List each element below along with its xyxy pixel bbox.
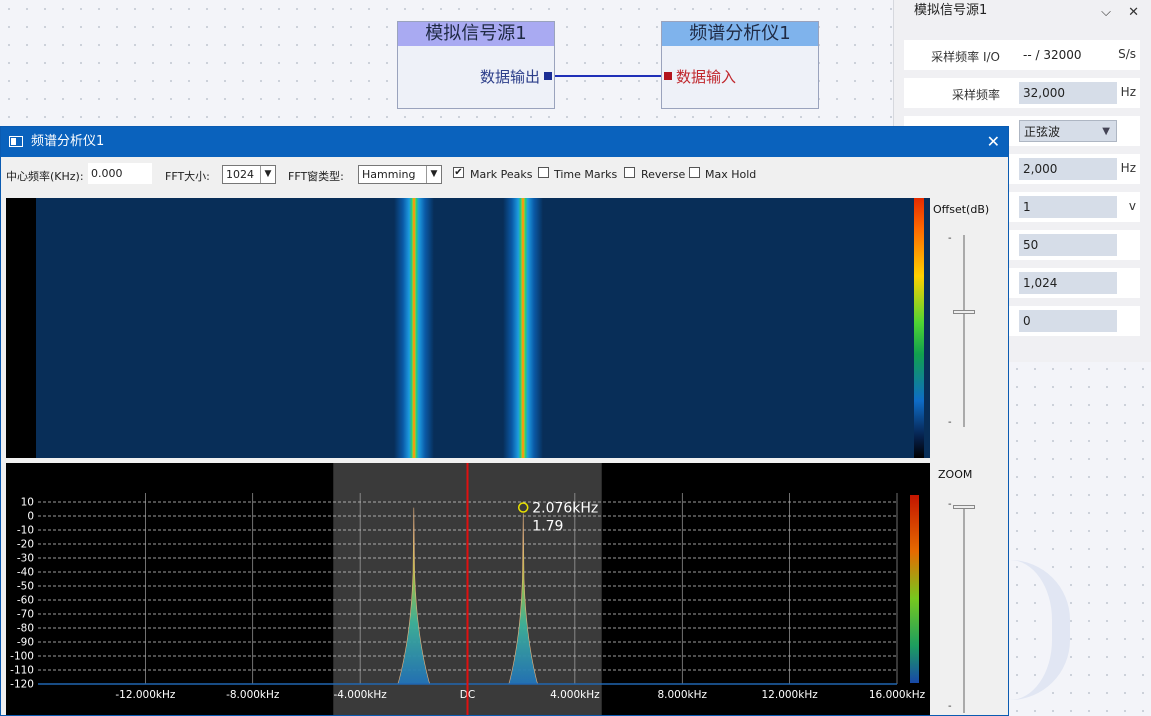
y-tick-label: 10 [21, 497, 34, 509]
connection-line[interactable] [555, 75, 663, 77]
y-tick-label: -70 [17, 609, 34, 621]
fft-window-select[interactable]: Hamming ▼ [358, 165, 442, 184]
prop-unit: Hz [1120, 85, 1136, 99]
waterfall-colorbar [914, 198, 924, 458]
time-marks-checkbox[interactable] [538, 167, 549, 178]
x-tick-label: 16.000kHz [869, 689, 926, 701]
reverse-checkbox[interactable] [624, 167, 635, 178]
frequency-input[interactable]: 2,000 [1019, 158, 1117, 180]
param-input[interactable]: 50 [1019, 234, 1117, 256]
background-decoration [1010, 560, 1070, 700]
x-tick-label: 8.000kHz [657, 689, 707, 701]
check-icon: ✔ [454, 167, 463, 178]
chevron-down-icon: ▼ [1102, 126, 1110, 137]
mark-peaks-label: Mark Peaks [470, 168, 533, 181]
slider-tick: - [948, 499, 952, 510]
source-node[interactable]: 模拟信号源1 数据输出 [397, 21, 555, 109]
sample-rate-input[interactable]: 32,000 [1019, 82, 1117, 104]
param-input[interactable]: 1,024 [1019, 272, 1117, 294]
waterfall-signal-trace [503, 198, 544, 458]
offset-slider-handle[interactable] [953, 309, 975, 314]
analyzer-input-port[interactable] [664, 72, 672, 80]
max-hold-label: Max Hold [705, 168, 757, 181]
reverse-label: Reverse [641, 168, 686, 181]
prop-unit: v [1128, 199, 1136, 213]
y-tick-label: -80 [17, 623, 34, 635]
max-hold-checkbox[interactable] [689, 167, 700, 178]
x-tick-label: 4.000kHz [550, 689, 600, 701]
slider-tick: - [948, 701, 952, 712]
y-tick-label: -10 [17, 525, 34, 537]
y-tick-label: -100 [10, 651, 34, 663]
center-freq-label: 中心频率(KHz): [6, 170, 84, 183]
window-titlebar[interactable]: 频谱分析仪1 ✕ [1, 127, 1008, 157]
analyzer-input-port-label: 数据输入 [676, 68, 737, 86]
mark-peaks-checkbox[interactable]: ✔ [453, 167, 464, 178]
chevron-down-icon: ▼ [426, 166, 441, 183]
toolbar: 中心频率(KHz): 0.000 FFT大小: 1024 ▼ FFT窗类型: H… [1, 157, 1008, 193]
y-tick-label: -30 [17, 553, 34, 565]
y-tick-label: -90 [17, 637, 34, 649]
analyzer-node[interactable]: 频谱分析仪1 数据输入 [661, 21, 819, 109]
waterfall-display[interactable] [6, 198, 930, 458]
waterfall-left-bar [6, 198, 36, 458]
prop-label: 采样频率 I/O [931, 50, 1000, 64]
waveform-select-value: 正弦波 [1024, 125, 1061, 139]
prop-row-sample-rate: 采样频率 32,000 Hz [904, 78, 1140, 108]
fft-window-label: FFT窗类型: [288, 170, 344, 183]
x-tick-label: -4.000kHz [333, 689, 387, 701]
y-tick-label: -60 [17, 595, 34, 607]
zoom-slider-handle[interactable] [953, 505, 975, 509]
fft-size-select[interactable]: 1024 ▼ [222, 165, 276, 184]
x-tick-label: -12.000kHz [115, 689, 176, 701]
spectrum-plot[interactable]: 10 0 -10 -20 -30 -40 -50 -60 -70 -80 -90 -100 -110 -1… [6, 463, 930, 715]
waveform-select[interactable]: 正弦波 ▼ [1019, 120, 1117, 142]
fft-size-value: 1024 [226, 168, 254, 181]
x-tick-label: -8.000kHz [226, 689, 280, 701]
y-tick-label: -120 [10, 679, 34, 691]
y-tick-label: 0 [27, 511, 34, 523]
offset-label: Offset(dB) [933, 203, 990, 216]
fft-size-label: FFT大小: [165, 170, 210, 183]
analyzer-node-title: 频谱分析仪1 [662, 22, 818, 46]
center-freq-input[interactable]: 0.000 [88, 163, 152, 184]
close-icon[interactable]: ✕ [987, 127, 1000, 157]
prop-value: -- / 32000 [1023, 48, 1082, 62]
param-input[interactable]: 0 [1019, 310, 1117, 332]
source-node-title: 模拟信号源1 [398, 22, 554, 46]
time-marks-label: Time Marks [554, 168, 618, 181]
peak-value-label: 1.79 [532, 518, 563, 534]
spectrum-svg: 10 0 -10 -20 -30 -40 -50 -60 -70 -80 -90 -100 -110 -1… [10, 463, 926, 715]
window-title: 频谱分析仪1 [31, 134, 105, 149]
y-tick-label: -40 [17, 567, 34, 579]
close-icon[interactable]: ✕ [1128, 2, 1139, 24]
source-output-port-label: 数据输出 [479, 68, 540, 86]
window-icon [9, 136, 23, 147]
zoom-label: ZOOM [938, 468, 973, 481]
y-tick-label: -50 [17, 581, 34, 593]
peak-frequency-label: 2.076kHz [532, 500, 598, 516]
spectrum-colorbar [910, 495, 919, 683]
amplitude-input[interactable]: 1 [1019, 196, 1117, 218]
zoom-slider-track[interactable] [963, 507, 965, 713]
prop-label: 采样频率 [951, 88, 1000, 102]
spectrum-analyzer-window: 频谱分析仪1 ✕ 中心频率(KHz): 0.000 FFT大小: 1024 ▼ … [0, 126, 1009, 716]
slider-tick: - [948, 417, 952, 428]
chevron-down-icon: ▼ [260, 166, 275, 183]
y-tick-label: -20 [17, 539, 34, 551]
prop-row-sample-rate-io: 采样频率 I/O -- / 32000 S/s [904, 40, 1140, 70]
prop-unit: Hz [1120, 161, 1136, 175]
property-panel-header: 模拟信号源1 ⌵ ✕ [894, 0, 1151, 24]
prop-unit: S/s [1118, 47, 1136, 61]
chevron-down-icon[interactable]: ⌵ [1101, 2, 1111, 24]
fft-window-value: Hamming [362, 168, 416, 181]
y-tick-label: -110 [10, 665, 34, 677]
source-output-port[interactable] [544, 72, 552, 80]
x-tick-label: 12.000kHz [762, 689, 819, 701]
slider-tick: - [948, 233, 952, 244]
offset-slider-track[interactable] [963, 235, 965, 427]
waterfall-signal-trace [393, 198, 434, 458]
property-panel-title: 模拟信号源1 [914, 3, 988, 18]
